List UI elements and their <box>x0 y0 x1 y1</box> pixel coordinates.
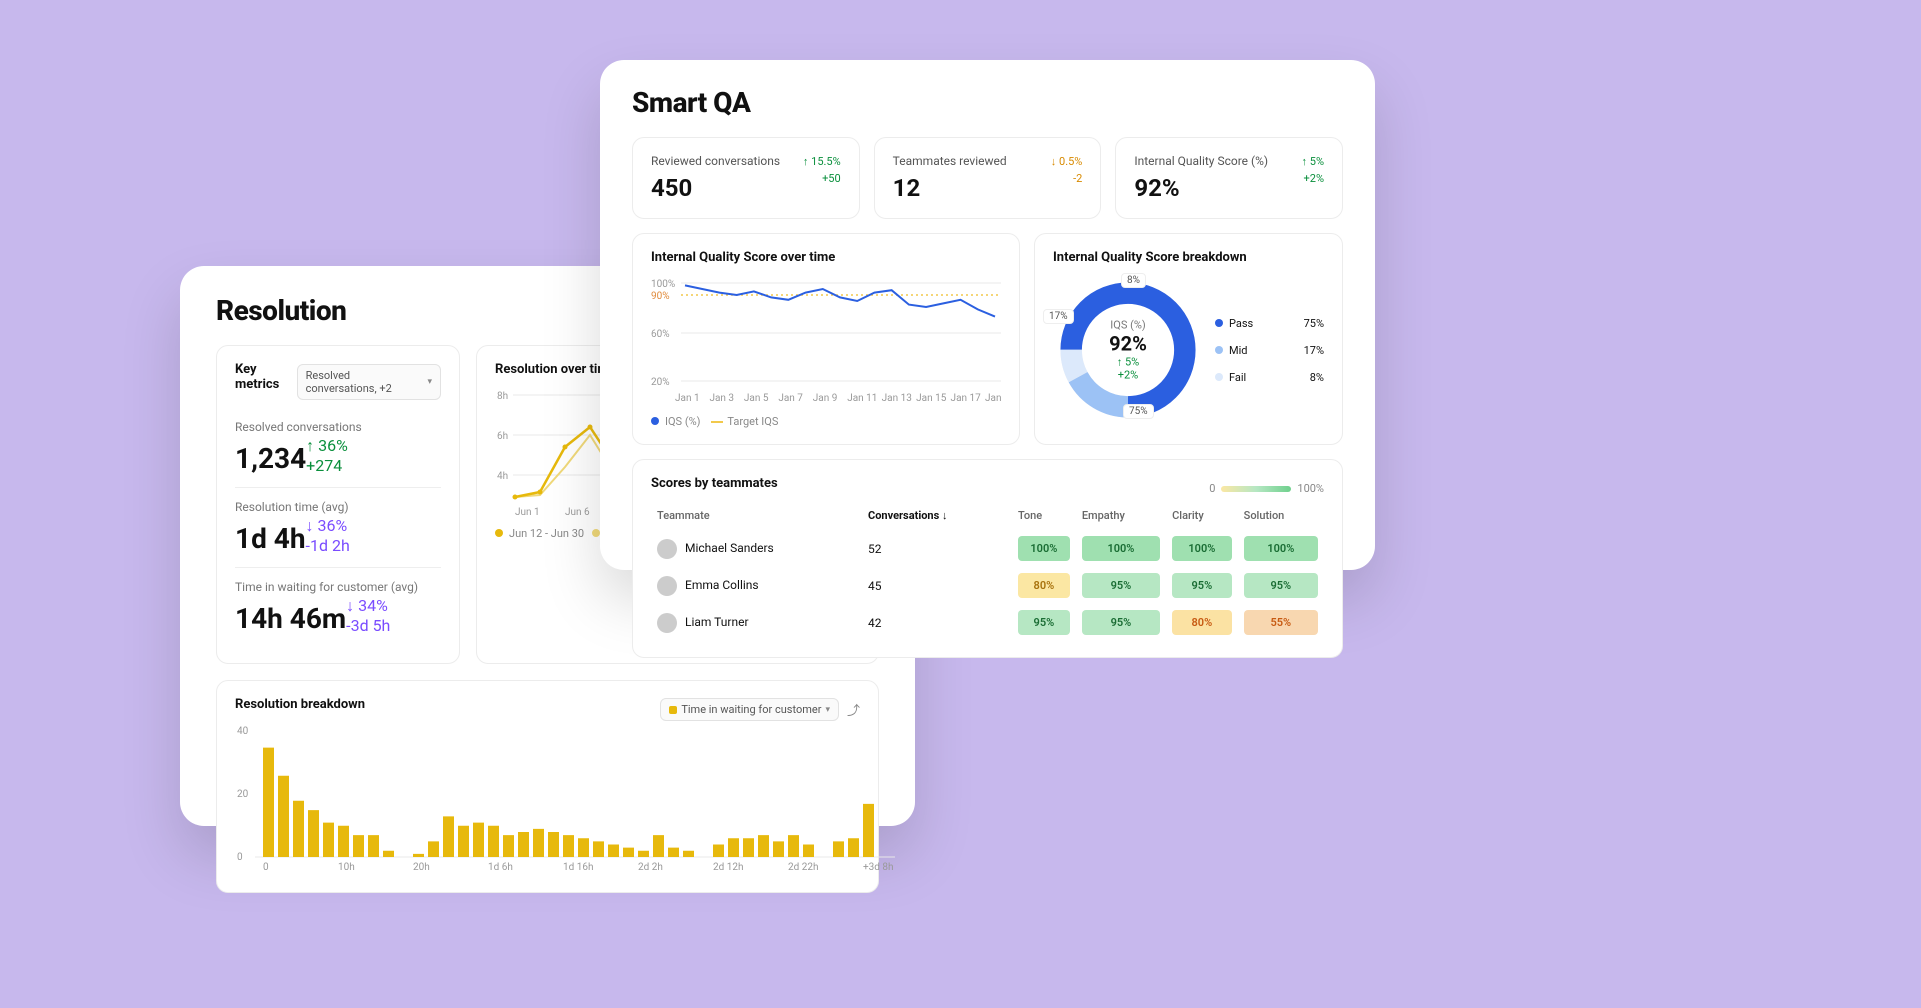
iqs-breakdown-header: Internal Quality Score breakdown <box>1053 250 1324 265</box>
breakdown-header: Resolution breakdown <box>235 697 365 712</box>
svg-text:+3d 8h: +3d 8h <box>863 862 894 872</box>
svg-text:Jan 17: Jan 17 <box>951 393 982 404</box>
kpi-value: 12 <box>893 174 1007 202</box>
donut-center: IQS (%) 92% ↑ 5% +2% <box>1109 319 1147 382</box>
svg-text:40: 40 <box>237 726 249 737</box>
col-tone[interactable]: Tone <box>1012 501 1076 530</box>
avatar <box>657 576 677 596</box>
metric-delta: ↓ 34% -3d 5h <box>346 596 441 635</box>
iqs-time-header: Internal Quality Score over time <box>651 250 1001 265</box>
donut-label-fail: 8% <box>1121 273 1146 288</box>
svg-text:1d 16h: 1d 16h <box>563 862 594 872</box>
metric-value: 1,234 <box>235 442 306 475</box>
kpi-label: Teammates reviewed <box>893 154 1007 168</box>
svg-text:2d 22h: 2d 22h <box>788 862 819 872</box>
col-solution[interactable]: Solution <box>1238 501 1324 530</box>
metric-value: 1d 4h <box>235 522 306 555</box>
donut-label-pass: 75% <box>1123 404 1154 419</box>
avatar <box>657 539 677 559</box>
kpi-teammates-reviewed: Teammates reviewed 12 ↓ 0.5%-2 <box>874 137 1102 219</box>
key-metrics-panel: Key metrics Resolved conversations, +2 ▾… <box>216 345 460 664</box>
key-metrics-selector[interactable]: Resolved conversations, +2 ▾ <box>297 364 441 400</box>
svg-text:0: 0 <box>237 852 243 863</box>
table-row[interactable]: Michael Sanders52100%100%100%100% <box>651 530 1324 567</box>
svg-text:20%: 20% <box>651 377 670 388</box>
selector-label: Time in waiting for customer <box>681 703 821 716</box>
metric-value: 14h 46m <box>235 602 346 635</box>
kpi-delta: ↓ 0.5%-2 <box>1051 154 1083 187</box>
svg-text:Jan 11: Jan 11 <box>847 393 877 404</box>
svg-text:Jan 3: Jan 3 <box>709 393 734 404</box>
kpi-value: 450 <box>651 174 780 202</box>
kpi-value: 92% <box>1134 174 1268 202</box>
iqs-line-chart: 100% 90% 60% 20% Jan 1 Jan 3 Jan 5 Jan 7 Jan… <box>651 275 1001 405</box>
svg-text:Jan 19: Jan 19 <box>985 393 1001 404</box>
svg-text:Jan 15: Jan 15 <box>916 393 947 404</box>
svg-text:2d 2h: 2d 2h <box>638 862 663 872</box>
svg-text:90%: 90% <box>651 291 670 302</box>
col-conversations[interactable]: Conversations ↓ <box>862 501 1012 530</box>
col-teammate[interactable]: Teammate <box>651 501 862 530</box>
smartqa-card: Smart QA Reviewed conversations 450 ↑ 15… <box>600 60 1375 570</box>
metric-resolution-time: Resolution time (avg) 1d 4h ↓ 36% -1d 2h <box>235 488 441 568</box>
svg-text:10h: 10h <box>338 862 355 872</box>
kpi-reviewed-conversations: Reviewed conversations 450 ↑ 15.5%+50 <box>632 137 860 219</box>
svg-text:6h: 6h <box>497 431 508 442</box>
svg-text:Jan 5: Jan 5 <box>744 393 769 404</box>
svg-text:2d 12h: 2d 12h <box>713 862 744 872</box>
svg-text:60%: 60% <box>651 329 670 340</box>
scores-panel: Scores by teammates 0 100% Teammate Conv… <box>632 459 1343 658</box>
scores-header: Scores by teammates <box>651 476 778 491</box>
svg-text:8h: 8h <box>497 391 508 402</box>
kpi-label: Reviewed conversations <box>651 154 780 168</box>
donut-label-mid: 17% <box>1043 309 1074 324</box>
table-row[interactable]: Emma Collins4580%95%95%95% <box>651 567 1324 604</box>
metric-label: Resolution time (avg) <box>235 500 441 514</box>
iqs-legend: IQS (%) Target IQS <box>651 415 1001 428</box>
xtick: Jun 1 <box>515 507 540 517</box>
avatar <box>657 613 677 633</box>
kpi-iqs: Internal Quality Score (%) 92% ↑ 5%+2% <box>1115 137 1343 219</box>
resolution-breakdown-chart: 40 20 0 0 10h 20h 1d 6h 1d 16h 2d 2h 2d 12h 2d … <box>235 722 895 872</box>
key-metrics-header: Key metrics <box>235 362 297 392</box>
col-clarity[interactable]: Clarity <box>1166 501 1238 530</box>
kpi-label: Internal Quality Score (%) <box>1134 154 1268 168</box>
svg-text:20h: 20h <box>413 862 430 872</box>
scores-table: Teammate Conversations ↓ Tone Empathy Cl… <box>651 501 1324 641</box>
svg-text:Jan 1: Jan 1 <box>675 393 700 404</box>
donut-legend: Pass75% Mid17% Fail8% <box>1215 317 1324 384</box>
metric-waiting-time: Time in waiting for customer (avg) 14h 4… <box>235 568 441 647</box>
kpi-delta: ↑ 5%+2% <box>1302 154 1324 187</box>
col-empathy[interactable]: Empathy <box>1076 501 1166 530</box>
chevron-down-icon: ▾ <box>427 377 432 387</box>
svg-text:1d 6h: 1d 6h <box>488 862 513 872</box>
table-row[interactable]: Liam Turner4295%95%80%55% <box>651 604 1324 641</box>
metric-label: Resolved conversations <box>235 420 441 434</box>
iqs-over-time-panel: Internal Quality Score over time 100% 90… <box>632 233 1020 445</box>
iqs-donut: 8% 17% 75% IQS (%) 92% ↑ 5% +2% <box>1053 275 1203 425</box>
svg-text:Jan 13: Jan 13 <box>882 393 912 404</box>
smartqa-title: Smart QA <box>632 86 1343 119</box>
iqs-breakdown-panel: Internal Quality Score breakdown 8% 17% … <box>1034 233 1343 445</box>
svg-text:Jan 9: Jan 9 <box>813 393 838 404</box>
breakdown-selector[interactable]: Time in waiting for customer ▾ <box>660 698 839 721</box>
svg-text:0: 0 <box>263 862 269 872</box>
export-icon[interactable]: ⤴ <box>847 700 860 719</box>
svg-text:100%: 100% <box>651 279 675 290</box>
metric-resolved-conversations: Resolved conversations 1,234 ↑ 36% +274 <box>235 408 441 488</box>
svg-text:Jan 7: Jan 7 <box>778 393 803 404</box>
resolution-breakdown-panel: Resolution breakdown Time in waiting for… <box>216 680 879 893</box>
scores-scale: 0 100% <box>1209 482 1324 495</box>
metric-label: Time in waiting for customer (avg) <box>235 580 441 594</box>
chevron-down-icon: ▾ <box>825 705 830 715</box>
xtick: Jun 6 <box>565 507 590 517</box>
metric-delta: ↓ 36% -1d 2h <box>306 516 441 555</box>
selector-label: Resolved conversations, +2 <box>306 369 424 395</box>
svg-text:4h: 4h <box>497 471 508 482</box>
metric-delta: ↑ 36% +274 <box>306 436 441 475</box>
kpi-delta: ↑ 15.5%+50 <box>803 154 841 187</box>
svg-text:20: 20 <box>237 789 249 800</box>
